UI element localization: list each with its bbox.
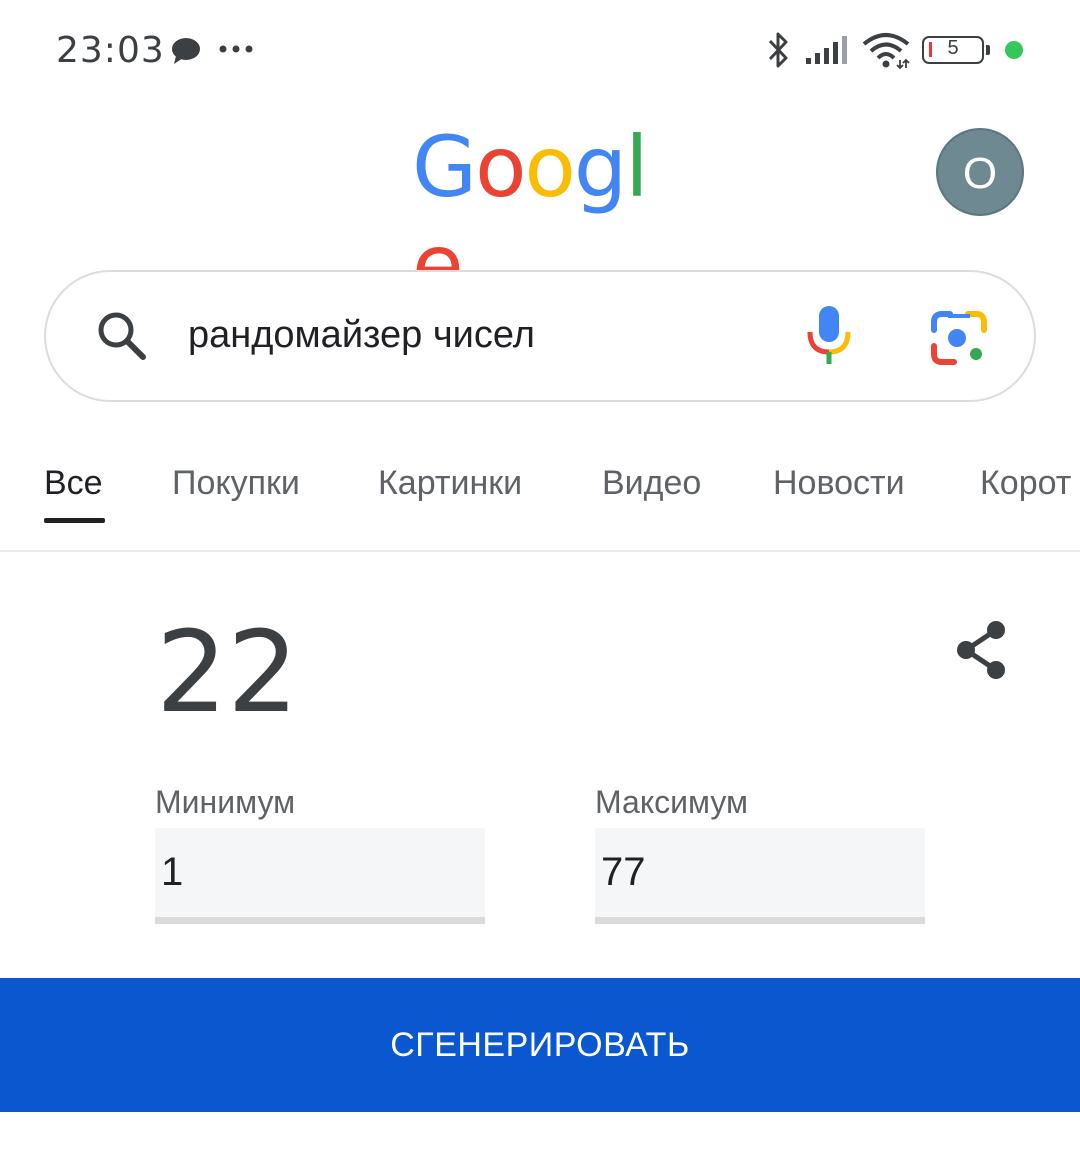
share-icon[interactable] [952, 620, 1010, 680]
tab-video[interactable]: Видео [602, 464, 701, 503]
tab-images[interactable]: Картинки [378, 464, 522, 503]
search-tabs: Все Покупки Картинки Видео Новости Корот [0, 440, 1080, 552]
logo-letter: o [524, 118, 576, 216]
microphone-icon[interactable] [804, 304, 854, 368]
logo-letter: g [573, 118, 627, 216]
max-input[interactable]: 77 [595, 828, 925, 924]
chat-bubble-icon [172, 38, 200, 64]
search-input[interactable]: рандомайзер чисел [188, 314, 535, 357]
search-icon[interactable] [94, 308, 150, 364]
google-search-page: 23:03 5 Google O рандомайзер чисел Все П… [0, 0, 1080, 1154]
tab-shorts[interactable]: Корот [980, 464, 1071, 503]
status-dot-icon [1005, 41, 1023, 59]
status-bar: 23:03 5 [0, 0, 1080, 100]
wifi-icon [862, 33, 910, 70]
min-input[interactable]: 1 [155, 828, 485, 924]
more-dots-icon [219, 45, 253, 53]
max-label: Максимум [595, 784, 749, 820]
tab-news[interactable]: Новости [773, 464, 905, 503]
account-avatar[interactable]: O [936, 128, 1024, 216]
battery-icon: 5 [922, 36, 990, 64]
signal-icon [806, 36, 847, 64]
bluetooth-icon [768, 32, 788, 68]
battery-level-text: 5 [947, 37, 959, 59]
max-value[interactable]: 77 [601, 850, 646, 895]
active-tab-indicator [44, 518, 105, 523]
logo-letter: l [625, 118, 648, 216]
logo-letter: G [412, 118, 477, 216]
tab-shopping[interactable]: Покупки [172, 464, 300, 503]
google-logo[interactable]: Google [412, 118, 662, 314]
search-bar[interactable]: рандомайзер чисел [44, 270, 1036, 402]
google-lens-icon[interactable] [930, 310, 988, 366]
status-time: 23:03 [56, 30, 165, 71]
min-value[interactable]: 1 [161, 850, 183, 895]
generate-button[interactable]: СГЕНЕРИРОВАТЬ [0, 978, 1080, 1112]
min-label: Минимум [155, 784, 296, 820]
random-number-result: 22 [156, 608, 299, 738]
tab-all[interactable]: Все [44, 464, 103, 503]
logo-letter: o [475, 118, 526, 216]
